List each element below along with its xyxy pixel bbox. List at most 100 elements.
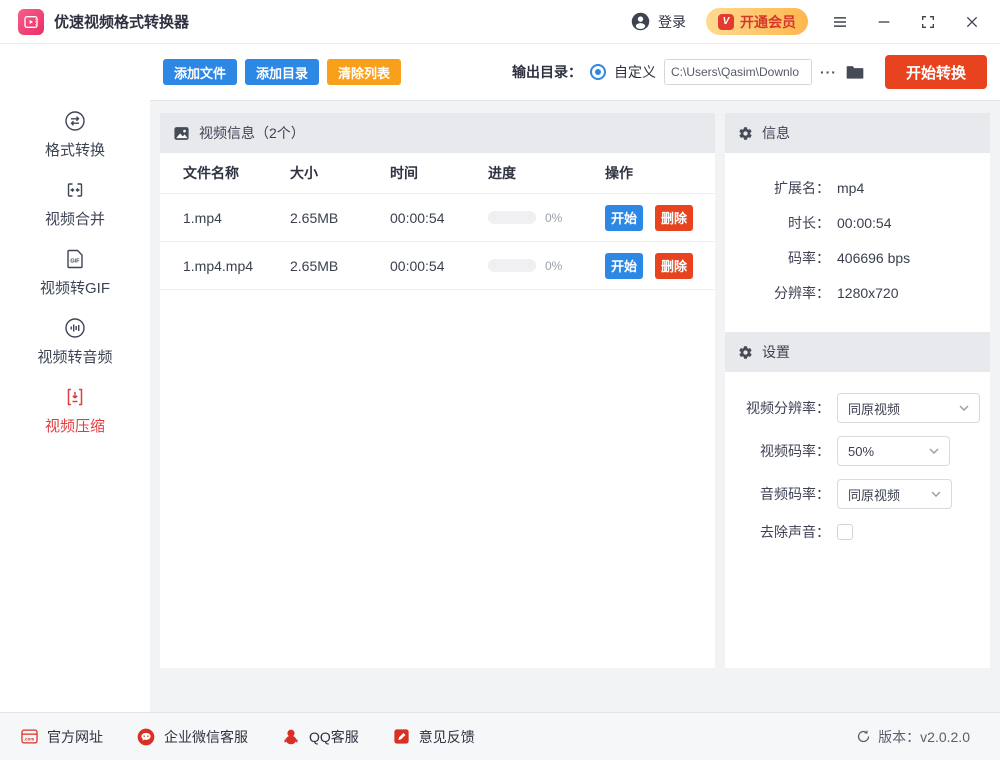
sidebar-item-video-to-gif[interactable]: GIF 视频转GIF <box>0 238 150 307</box>
menu-button[interactable] <box>828 10 852 34</box>
merge-icon <box>63 178 87 202</box>
setting-label: 视频码率： <box>725 441 830 461</box>
sidebar-item-format-convert[interactable]: 格式转换 <box>0 100 150 169</box>
col-filename: 文件名称 <box>183 163 290 183</box>
row-start-button[interactable]: 开始 <box>605 205 643 231</box>
add-file-button[interactable]: 添加文件 <box>163 59 237 85</box>
main-area: 添加文件 添加目录 清除列表 输出目录： 自定义 ··· 开始转换 <box>150 44 1000 712</box>
maximize-button[interactable] <box>916 10 940 34</box>
qq-service-link[interactable]: QQ客服 <box>281 727 359 747</box>
info-row: 扩展名： mp4 <box>725 178 990 198</box>
setting-row: 音频码率： 同原视频 <box>725 479 990 509</box>
field-label: 码率： <box>725 248 830 268</box>
wechat-service-link[interactable]: 企业微信客服 <box>136 727 248 747</box>
file-list-panel: 视频信息（2个） 文件名称 大小 时间 进度 操作 1.mp4 2.65MB 0… <box>160 113 715 668</box>
footer: .com 官方网址 企业微信客服 QQ客服 <box>0 712 1000 760</box>
file-panel-title: 视频信息（2个） <box>199 123 305 143</box>
gear-icon <box>738 126 753 141</box>
custom-option-label: 自定义 <box>614 62 656 82</box>
file-panel-header: 视频信息（2个） <box>160 113 715 153</box>
file-time: 00:00:54 <box>390 258 488 274</box>
sidebar-item-label: 视频合并 <box>45 208 105 229</box>
sidebar-item-video-compress[interactable]: 视频压缩 <box>0 376 150 445</box>
col-time: 时间 <box>390 163 488 183</box>
select-value: 同原视频 <box>848 399 900 418</box>
settings-panel-title: 设置 <box>762 342 790 362</box>
field-label: 分辨率： <box>725 283 830 303</box>
clear-list-button[interactable]: 清除列表 <box>327 59 401 85</box>
output-path-input[interactable] <box>664 59 812 85</box>
col-actions: 操作 <box>605 163 715 183</box>
compress-icon <box>63 385 87 409</box>
sidebar-item-label: 视频转GIF <box>40 277 110 298</box>
select-value: 同原视频 <box>848 485 900 504</box>
add-directory-button[interactable]: 添加目录 <box>245 59 319 85</box>
browse-more-button[interactable]: ··· <box>820 64 837 80</box>
maximize-icon <box>920 14 936 30</box>
custom-radio[interactable] <box>590 64 606 80</box>
settings-panel-header: 设置 <box>725 332 990 372</box>
sidebar-item-label: 格式转换 <box>45 139 105 160</box>
hamburger-icon <box>831 13 849 31</box>
settings-fields: 视频分辨率： 同原视频 视频码率： 50% <box>725 372 990 563</box>
website-icon: .com <box>20 727 39 746</box>
output-dir-label: 输出目录： <box>512 62 582 82</box>
video-bitrate-select[interactable]: 50% <box>837 436 950 466</box>
footer-link-label: 官方网址 <box>47 727 103 747</box>
chevron-down-icon <box>931 491 941 497</box>
official-website-link[interactable]: .com 官方网址 <box>20 727 103 747</box>
gear-icon <box>738 345 753 360</box>
open-vip-button[interactable]: V 开通会员 <box>706 8 808 35</box>
sidebar-item-label: 视频转音频 <box>37 346 112 367</box>
row-delete-button[interactable]: 删除 <box>655 205 693 231</box>
video-resolution-select[interactable]: 同原视频 <box>837 393 980 423</box>
svg-text:GIF: GIF <box>70 259 80 265</box>
start-convert-button[interactable]: 开始转换 <box>885 55 987 89</box>
minimize-button[interactable] <box>872 10 896 34</box>
field-value: 1280x720 <box>837 285 899 301</box>
setting-row: 视频码率： 50% <box>725 436 990 466</box>
progress-percent: 0% <box>545 259 562 273</box>
setting-row: 视频分辨率： 同原视频 <box>725 393 990 423</box>
row-start-button[interactable]: 开始 <box>605 253 643 279</box>
info-fields: 扩展名： mp4 时长： 00:00:54 码率： 406696 bps 分辨率… <box>725 153 990 332</box>
svg-text:.com: .com <box>24 736 34 741</box>
footer-link-label: 企业微信客服 <box>164 727 248 747</box>
close-button[interactable] <box>960 10 984 34</box>
version-text: 版本：v2.0.2.0 <box>878 727 970 747</box>
file-size: 2.65MB <box>290 210 390 226</box>
audio-bitrate-select[interactable]: 同原视频 <box>837 479 952 509</box>
sidebar-item-video-merge[interactable]: 视频合并 <box>0 169 150 238</box>
footer-link-label: 意见反馈 <box>419 727 475 747</box>
login-button[interactable]: 登录 <box>630 11 686 32</box>
image-icon <box>173 125 190 142</box>
file-size: 2.65MB <box>290 258 390 274</box>
field-label: 时长： <box>725 213 830 233</box>
setting-label: 视频分辨率： <box>725 398 830 418</box>
table-row: 1.mp4 2.65MB 00:00:54 0% 开始 删除 <box>160 194 715 242</box>
file-time: 00:00:54 <box>390 210 488 226</box>
progress-bar <box>488 259 536 272</box>
sidebar-item-video-to-audio[interactable]: 视频转音频 <box>0 307 150 376</box>
select-value: 50% <box>848 444 874 459</box>
refresh-icon[interactable] <box>856 729 871 744</box>
sidebar-item-label: 视频压缩 <box>45 415 105 436</box>
field-value: 406696 bps <box>837 250 910 266</box>
row-delete-button[interactable]: 删除 <box>655 253 693 279</box>
feedback-link[interactable]: 意见反馈 <box>392 727 475 747</box>
file-name: 1.mp4.mp4 <box>183 258 290 274</box>
info-panel-title: 信息 <box>762 123 790 143</box>
chevron-down-icon <box>959 405 969 411</box>
open-folder-button[interactable] <box>845 62 865 82</box>
progress-bar <box>488 211 536 224</box>
app-logo-icon <box>18 9 44 35</box>
gif-icon: GIF <box>63 247 87 271</box>
table-row: 1.mp4.mp4 2.65MB 00:00:54 0% 开始 删除 <box>160 242 715 290</box>
col-progress: 进度 <box>488 163 605 183</box>
wechat-icon <box>136 727 156 747</box>
table-header-row: 文件名称 大小 时间 进度 操作 <box>160 153 715 194</box>
file-name: 1.mp4 <box>183 210 290 226</box>
vip-icon: V <box>718 14 734 30</box>
mute-checkbox[interactable] <box>837 524 853 540</box>
sidebar: 格式转换 视频合并 GIF 视频转GIF <box>0 44 150 712</box>
